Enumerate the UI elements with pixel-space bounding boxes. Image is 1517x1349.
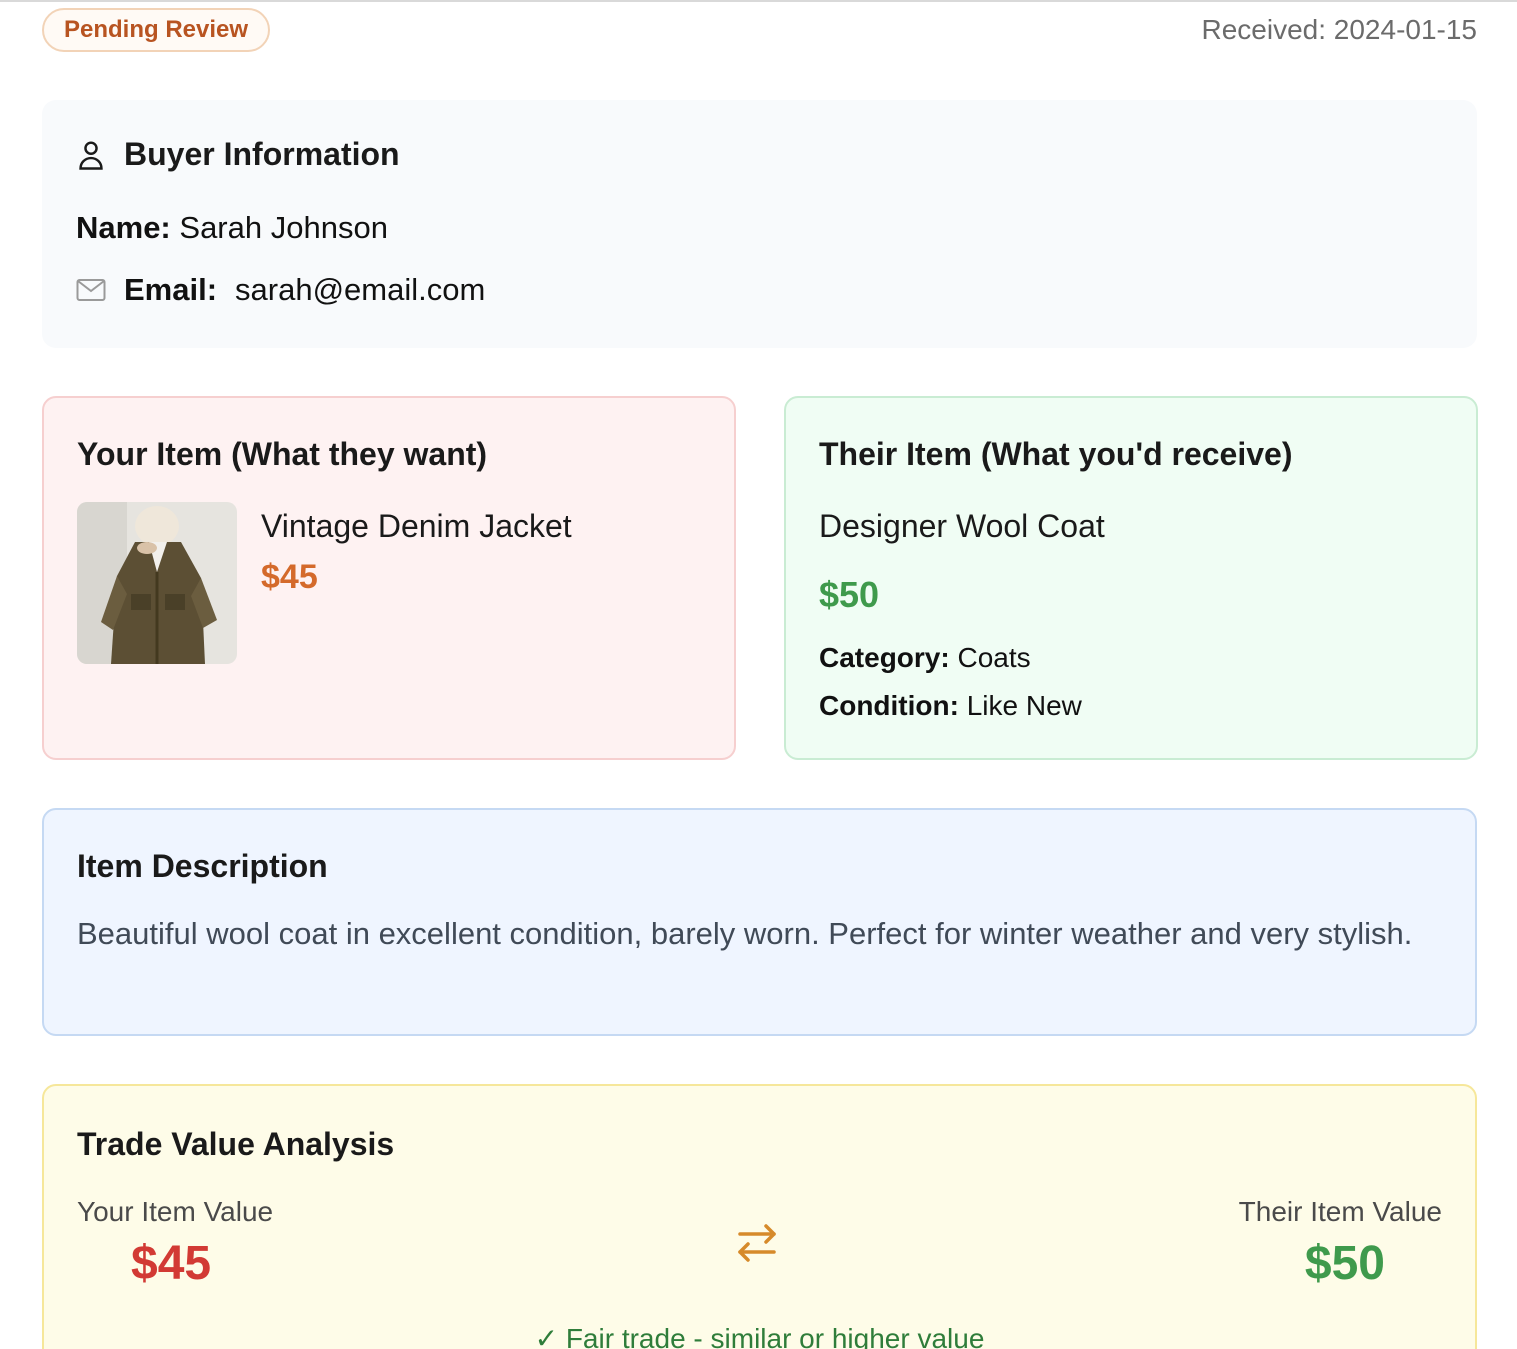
condition-label: Condition: xyxy=(819,690,959,721)
buyer-name: Sarah Johnson xyxy=(179,210,388,245)
description-text: Beautiful wool coat in excellent conditi… xyxy=(77,916,1413,951)
trade-value-analysis-card: Trade Value Analysis Your Item Value $45… xyxy=(42,1084,1477,1349)
your-item-title: Your Item (What they want) xyxy=(77,436,488,472)
condition-value: Like New xyxy=(966,690,1082,721)
status-badge: Pending Review xyxy=(42,8,271,52)
category-label: Category: xyxy=(819,642,950,673)
user-icon xyxy=(79,140,103,170)
trade-header: Pending Review Received: 2024-01-15 xyxy=(42,8,1477,52)
their-item-condition: Condition: Like New xyxy=(819,690,1082,722)
buyer-header: Buyer Information xyxy=(76,136,400,173)
swap-arrows-icon xyxy=(738,1224,776,1262)
received-date: Received: 2024-01-15 xyxy=(1201,14,1477,45)
your-item-price: $45 xyxy=(261,558,318,596)
item-description-card: Item Description Beautiful wool coat in … xyxy=(42,808,1477,1036)
buyer-email-row: Email: sarah@email.com xyxy=(76,272,485,308)
your-item-value-label: Your Item Value xyxy=(77,1196,274,1227)
their-item-title: Their Item (What you'd receive) xyxy=(819,436,1293,472)
their-item-category: Category: Coats xyxy=(819,642,1031,674)
their-item-price: $50 xyxy=(819,574,880,615)
category-value: Coats xyxy=(957,642,1031,673)
buyer-title: Buyer Information xyxy=(124,136,400,172)
buyer-email-label: Email: xyxy=(124,272,218,307)
trade-verdict: ✓ Fair trade - similar or higher value xyxy=(534,1323,985,1349)
buyer-email[interactable]: sarah@email.com xyxy=(235,272,485,308)
your-item-value: $45 xyxy=(131,1237,212,1290)
buyer-information-card: Buyer Information Name: Sarah Johnson Em… xyxy=(42,100,1477,348)
buyer-name-label: Name: xyxy=(76,210,171,245)
item-thumbnail xyxy=(77,502,237,664)
their-item-card: Their Item (What you'd receive) Designer… xyxy=(784,396,1478,760)
your-item-name: Vintage Denim Jacket xyxy=(261,508,572,544)
your-item-card: Your Item (What they want) Vintage Denim… xyxy=(42,396,736,760)
buyer-name-row: Name: Sarah Johnson xyxy=(76,210,388,246)
description-title: Item Description xyxy=(77,848,328,884)
mail-icon xyxy=(76,279,106,301)
their-item-name: Designer Wool Coat xyxy=(819,508,1105,544)
their-item-value-label: Their Item Value xyxy=(1238,1196,1442,1227)
analysis-title: Trade Value Analysis xyxy=(77,1126,395,1162)
their-item-value: $50 xyxy=(1304,1237,1385,1290)
